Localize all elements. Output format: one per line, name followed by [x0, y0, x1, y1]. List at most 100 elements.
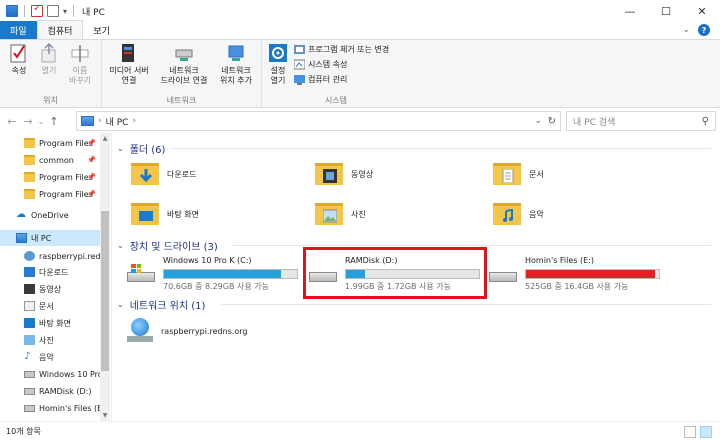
sidebar-item-pictures[interactable]: 사진: [0, 332, 100, 348]
section-divider: [221, 304, 711, 305]
forward-button[interactable]: →: [20, 115, 36, 128]
folder-icon: [24, 172, 35, 182]
sidebar-item-desktop[interactable]: 바탕 화면: [0, 315, 100, 331]
details-view-button[interactable]: [684, 425, 696, 438]
media-server-icon: [122, 44, 134, 62]
folder-tile-videos[interactable]: 동영상: [315, 161, 373, 187]
back-button[interactable]: ←: [4, 115, 20, 128]
sidebar-item-common[interactable]: common 📌: [0, 152, 100, 168]
network-location-tile[interactable]: raspberrypi.redns.org: [127, 318, 247, 344]
sidebar-item-label: 바탕 화면: [39, 318, 71, 328]
sidebar-item-label: Program Files: [39, 172, 93, 182]
section-header-devices[interactable]: ⌄ 장치 및 드라이브 (3): [117, 238, 218, 253]
new-folder-quick-icon[interactable]: [47, 5, 59, 17]
sidebar-item-music[interactable]: ♪ 음악: [0, 349, 100, 365]
close-button[interactable]: ✕: [684, 0, 720, 22]
uninstall-program-button[interactable]: 프로그램 제거 또는 변경: [294, 44, 389, 55]
ribbon: 속성 열기 이름 바꾸기 위치 미디어 서버 연결 네트워크 드라이브 연결 네…: [0, 40, 720, 108]
breadcrumb-separator: ›: [98, 116, 102, 126]
media-server-button[interactable]: 미디어 서버 연결: [104, 42, 154, 86]
sidebar-item-downloads[interactable]: 다운로드: [0, 264, 100, 280]
properties-quick-icon[interactable]: [31, 3, 43, 17]
address-bar[interactable]: › 내 PC › ⌄ ↻: [76, 111, 561, 131]
properties-icon: [10, 44, 26, 63]
sidebar-item-drive-e[interactable]: Homin's Files (E:): [0, 400, 100, 416]
sidebar-item-videos[interactable]: 동영상: [0, 281, 100, 297]
network-location-icon: [228, 45, 244, 61]
computer-management-button[interactable]: 컴퓨터 관리: [294, 74, 347, 85]
drive-icon: [24, 370, 35, 378]
sidebar-item-drive-d[interactable]: RAMDisk (D:): [0, 383, 100, 399]
document-icon: [24, 301, 35, 311]
system-properties-icon: [294, 59, 305, 70]
sidebar-item-label: 다운로드: [39, 267, 69, 277]
tiles-view-button[interactable]: [700, 425, 712, 438]
folder-label: 음악: [529, 209, 544, 219]
up-button[interactable]: ↑: [46, 115, 62, 128]
ribbon-collapse-icon[interactable]: ⌄: [682, 25, 690, 35]
minimize-button[interactable]: —: [612, 0, 648, 22]
sidebar-item-this-pc[interactable]: 내 PC: [0, 230, 100, 246]
sidebar-item-documents[interactable]: 문서: [0, 298, 100, 314]
ribbon-tabs: 파일 컴퓨터 보기 ⌄ ?: [0, 20, 720, 40]
section-header-folders[interactable]: ⌄ 폴더 (6): [117, 141, 165, 156]
sidebar-item-label: Homin's Files (E:): [39, 403, 100, 413]
scroll-down-arrow[interactable]: ▼: [100, 412, 110, 419]
address-dropdown-icon[interactable]: ⌄: [534, 116, 542, 126]
sidebar-item-drive-c[interactable]: Windows 10 Pro: [0, 366, 100, 382]
sidebar-scrollbar[interactable]: ▲ ▼: [100, 133, 110, 421]
section-title: 장치 및 드라이브 (3): [129, 242, 218, 253]
open-button[interactable]: 열기: [36, 42, 62, 76]
folder-tile-downloads[interactable]: 다운로드: [131, 161, 196, 187]
sidebar-item-label: raspberrypi.redns: [39, 251, 100, 261]
section-header-network[interactable]: ⌄ 네트워크 위치 (1): [117, 297, 205, 312]
sidebar-item-label: 음악: [39, 352, 54, 362]
help-icon[interactable]: ?: [698, 24, 710, 36]
add-network-location-button[interactable]: 네트워크 위치 추가: [214, 42, 258, 86]
drive-tile-c[interactable]: Windows 10 Pro K (C:) 70.6GB 중 8.29GB 사용…: [127, 256, 298, 292]
folder-tile-desktop[interactable]: 바탕 화면: [131, 201, 199, 227]
desktop-icon: [24, 318, 35, 328]
tab-view[interactable]: 보기: [83, 21, 120, 39]
sidebar-item-label: common: [39, 155, 74, 165]
drive-name: Windows 10 Pro K (C:): [163, 256, 252, 265]
folder-tile-music[interactable]: 음악: [493, 201, 544, 227]
breadcrumb-this-pc[interactable]: 내 PC: [106, 115, 129, 128]
folder-tile-pictures[interactable]: 사진: [315, 201, 366, 227]
sidebar-item-onedrive[interactable]: ☁ OneDrive: [0, 207, 100, 223]
quick-access-toolbar: ▾: [0, 3, 76, 17]
tab-computer[interactable]: 컴퓨터: [36, 20, 84, 39]
system-properties-button[interactable]: 시스템 속성: [294, 59, 347, 70]
scrollbar-thumb[interactable]: [101, 211, 109, 371]
content-pane: ⌄ 폴더 (6) 다운로드 동영상 문서 바탕 화면 사진 음악 ⌄ 장치 및 …: [113, 133, 720, 421]
sidebar-item-raspberrypi[interactable]: raspberrypi.redns: [0, 248, 100, 264]
media-server-label: 미디어 서버 연결: [109, 66, 149, 85]
refresh-icon[interactable]: ↻: [548, 116, 556, 127]
folder-label: 문서: [529, 169, 544, 179]
videos-folder-icon: [315, 161, 345, 187]
cloud-icon: ☁: [16, 209, 26, 220]
separator: [73, 5, 75, 17]
scroll-up-arrow[interactable]: ▲: [100, 135, 110, 142]
search-icon[interactable]: ⚲: [702, 116, 709, 127]
properties-button[interactable]: 속성: [6, 42, 32, 76]
item-count: 10개 항목: [6, 427, 41, 436]
customize-quick-access-icon[interactable]: ▾: [63, 7, 67, 16]
open-settings-button[interactable]: 설정 열기: [264, 42, 292, 86]
maximize-button[interactable]: ☐: [648, 0, 684, 22]
recent-locations-button[interactable]: ⌄: [36, 117, 46, 126]
sidebar-item-label: Windows 10 Pro: [39, 369, 100, 379]
search-input[interactable]: 내 PC 검색 ⚲: [566, 111, 716, 131]
sidebar-item-program-files-3[interactable]: Program Files 📌: [0, 186, 100, 202]
map-network-drive-button[interactable]: 네트워크 드라이브 연결: [156, 42, 212, 86]
navigation-pane: Program Files 📌 common 📌 Program Files 📌…: [0, 133, 112, 421]
rename-button[interactable]: 이름 바꾸기: [64, 42, 96, 86]
sidebar-item-program-files-2[interactable]: Program Files 📌: [0, 169, 100, 185]
network-globe-icon: [127, 318, 155, 344]
tab-file[interactable]: 파일: [0, 21, 37, 39]
drive-tile-e[interactable]: Homin's Files (E:) 525GB 중 16.4GB 사용 가능: [489, 256, 660, 292]
folder-tile-documents[interactable]: 문서: [493, 161, 544, 187]
pc-icon[interactable]: [6, 5, 18, 17]
network-location-label: raspberrypi.redns.org: [161, 326, 248, 336]
sidebar-item-program-files-1[interactable]: Program Files 📌: [0, 135, 100, 151]
